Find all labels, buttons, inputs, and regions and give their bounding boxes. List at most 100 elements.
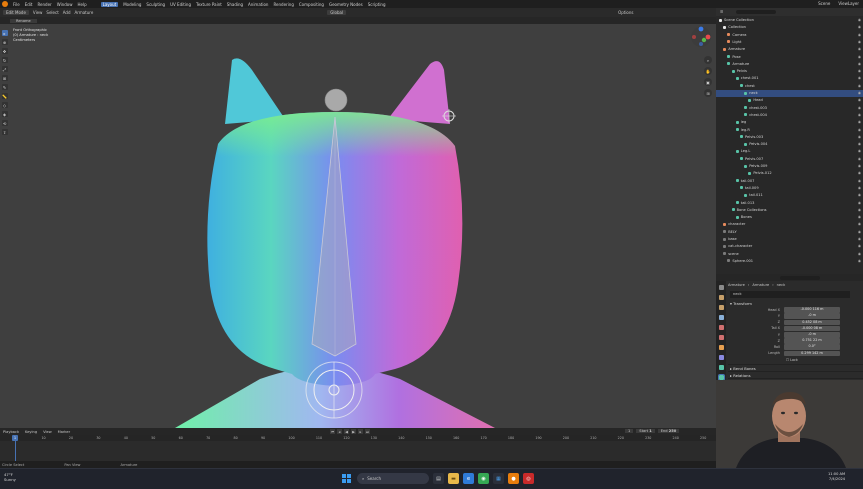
windows-start-icon[interactable] — [340, 472, 353, 485]
roll-icon[interactable]: ⟲ — [1, 120, 8, 126]
tab-scripting[interactable]: Scripting — [368, 2, 386, 7]
visibility-eye-icon[interactable]: ◉ — [858, 39, 861, 46]
render-tab-icon[interactable] — [718, 295, 724, 300]
menu-select[interactable]: Select — [46, 10, 58, 15]
outliner-row[interactable]: chest.001 ◉ — [716, 75, 863, 82]
outliner-row[interactable]: tail.011 ◉ — [716, 192, 863, 199]
next-key-icon[interactable]: ▸ — [358, 429, 363, 434]
tab-texture-paint[interactable]: Texture Paint — [196, 2, 222, 7]
property-value-field[interactable]: 0.751 22 m — [784, 338, 840, 344]
tab-layout[interactable]: Layout — [100, 1, 119, 7]
outliner-row[interactable]: Pelvis ◉ — [716, 68, 863, 75]
start-frame-field[interactable]: Start 1 — [636, 429, 655, 433]
visibility-eye-icon[interactable]: ◉ — [858, 192, 861, 199]
output-tab-icon[interactable] — [718, 305, 724, 310]
edge-icon[interactable]: e — [463, 473, 474, 484]
select-box-icon[interactable]: ▸ — [1, 30, 8, 36]
outliner-row[interactable]: Armature ◉ — [716, 61, 863, 68]
property-value-field[interactable]: 0.452 08 m — [784, 319, 840, 326]
outliner-row[interactable]: Bone Collections ◉ — [716, 207, 863, 214]
outliner-row[interactable]: Pelvis.003 ◉ — [716, 134, 863, 141]
options-dropdown[interactable]: Options — [618, 10, 633, 15]
visibility-eye-icon[interactable]: ◉ — [858, 141, 861, 148]
tab-modeling[interactable]: Modeling — [123, 2, 141, 7]
blender-taskbar-icon[interactable]: ● — [508, 473, 519, 484]
visibility-eye-icon[interactable]: ◉ — [858, 243, 861, 250]
extrude-icon[interactable]: ⇧ — [1, 129, 8, 135]
collapsed-panel[interactable]: ▸ Bend Bones — [728, 363, 863, 371]
visibility-eye-icon[interactable]: ◉ — [858, 170, 861, 177]
property-value-field[interactable]: 0.299 142 m — [784, 350, 840, 357]
property-value-field[interactable]: -0.000 116 m — [784, 307, 840, 313]
armature-data-tab-icon[interactable] — [718, 365, 724, 370]
visibility-eye-icon[interactable]: ◉ — [858, 54, 861, 61]
outliner-row[interactable]: leg ◉ — [716, 119, 863, 126]
outliner[interactable]: ☰ Scene Collection ◉ Collection ◉ Camera ◉ Lig… — [716, 8, 863, 274]
outliner-row[interactable]: chest.003 ◉ — [716, 105, 863, 112]
jump-start-icon[interactable]: ⏮ — [330, 429, 335, 434]
scene-tab-icon[interactable] — [718, 325, 724, 330]
visibility-eye-icon[interactable]: ◉ — [858, 258, 861, 265]
timeline-menu-keying[interactable]: Keying — [25, 430, 37, 434]
3d-viewport[interactable] — [0, 24, 716, 428]
outliner-row[interactable]: chest.004 ◉ — [716, 112, 863, 119]
menu-view[interactable]: View — [33, 10, 43, 15]
timeline-menu-playback[interactable]: Playback — [3, 430, 19, 434]
tab-animation[interactable]: Animation — [248, 2, 268, 7]
outliner-row[interactable]: Light ◉ — [716, 39, 863, 46]
visibility-eye-icon[interactable]: ◉ — [858, 46, 861, 53]
mode-dropdown[interactable]: Edit Mode — [3, 10, 29, 15]
outliner-row[interactable]: Leg.L ◉ — [716, 148, 863, 155]
visibility-eye-icon[interactable]: ◉ — [858, 75, 861, 82]
outliner-row[interactable]: Camera ◉ — [716, 32, 863, 39]
visibility-eye-icon[interactable]: ◉ — [858, 214, 861, 221]
transform-icon[interactable]: ⊞ — [1, 75, 8, 81]
tab-geometry-nodes[interactable]: Geometry Nodes — [329, 2, 363, 7]
zoom-icon[interactable]: ⌕ — [704, 56, 712, 64]
system-clock[interactable]: 11:00 AM 7/4/2024 — [828, 472, 845, 482]
visibility-eye-icon[interactable]: ◉ — [858, 229, 861, 236]
constraints-tab-icon[interactable] — [718, 355, 724, 360]
outliner-row[interactable]: tail.009 ◉ — [716, 185, 863, 192]
visibility-eye-icon[interactable]: ◉ — [858, 127, 861, 134]
bone-size-icon[interactable]: ◇ — [1, 102, 8, 108]
annotate-icon[interactable]: ✎ — [1, 84, 8, 90]
tab-uv-editing[interactable]: UV Editing — [170, 2, 191, 7]
menu-edit[interactable]: Edit — [25, 2, 33, 7]
outliner-row[interactable]: Pelvis.009 ◉ — [716, 163, 863, 170]
weather-widget[interactable]: 47°F Sunny — [4, 472, 16, 482]
outliner-search-input[interactable] — [736, 10, 776, 14]
obs-icon[interactable]: ◎ — [523, 473, 534, 484]
outliner-row[interactable]: chest ◉ — [716, 83, 863, 90]
viewlayer-selector[interactable]: ViewLayer — [838, 1, 859, 6]
timeline-ruler[interactable]: 0102030405060708090100110120130140150160… — [0, 435, 716, 441]
collapsed-panel[interactable]: ▸ Relations — [728, 370, 863, 378]
play-reverse-icon[interactable]: ◀ — [344, 429, 349, 434]
outliner-row[interactable]: Scene Collection ◉ — [716, 17, 863, 24]
outliner-row[interactable]: leg.R ◉ — [716, 127, 863, 134]
menu-armature[interactable]: Armature — [75, 10, 94, 15]
visibility-eye-icon[interactable]: ◉ — [858, 119, 861, 126]
visibility-eye-icon[interactable]: ◉ — [858, 148, 861, 155]
navigation-gizmo[interactable] — [690, 26, 712, 48]
menu-file[interactable]: File — [13, 2, 20, 7]
outliner-row[interactable]: Armature ◉ — [716, 46, 863, 53]
orientation-dropdown[interactable]: Global — [327, 10, 347, 15]
property-value-field[interactable]: -0 m — [784, 332, 840, 338]
outliner-row[interactable]: Pelvis.007 ◉ — [716, 156, 863, 163]
move-icon[interactable]: ✥ — [1, 48, 8, 54]
outliner-row[interactable]: scene ◉ — [716, 251, 863, 258]
world-tab-icon[interactable] — [718, 335, 724, 340]
visibility-eye-icon[interactable]: ◉ — [858, 61, 861, 68]
tool-tab-icon[interactable] — [718, 285, 724, 290]
outliner-display-icon[interactable]: ☰ — [720, 10, 723, 14]
property-value-field[interactable]: -0.000 08 m — [784, 325, 840, 332]
task-view-icon[interactable]: ▤ — [433, 473, 444, 484]
property-value-field[interactable]: 0.0° — [784, 344, 840, 351]
tool-field[interactable]: Rename — [10, 18, 37, 23]
visibility-eye-icon[interactable]: ◉ — [858, 185, 861, 192]
transform-panel-header[interactable]: ▾ Transform — [728, 300, 863, 307]
bone-name-field[interactable]: neck — [730, 291, 850, 298]
menu-add[interactable]: Add — [63, 10, 71, 15]
tab-sculpting[interactable]: Sculpting — [146, 2, 165, 7]
